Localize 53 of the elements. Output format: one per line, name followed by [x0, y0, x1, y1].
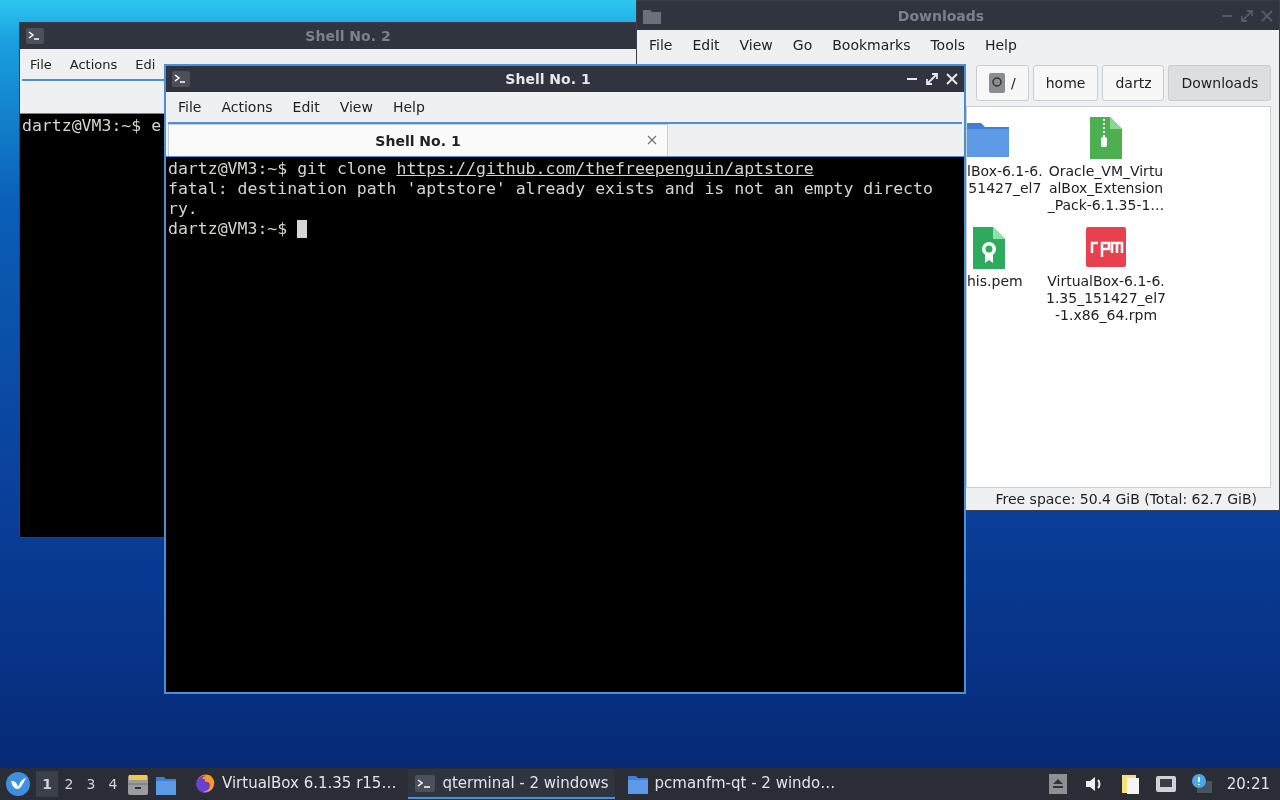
link[interactable]: https://github.com/thefreepenguin/aptstore: [396, 159, 814, 179]
clock[interactable]: 20:21: [1226, 775, 1270, 793]
menu-item[interactable]: Edit: [682, 34, 730, 56]
path-button[interactable]: home: [1032, 65, 1099, 101]
status-text: Free space: 50.4 GiB (Total: 62.7 GiB): [995, 491, 1257, 507]
terminal-icon: [172, 71, 190, 87]
menu-item[interactable]: Actions: [211, 96, 283, 118]
menu-item[interactable]: File: [30, 53, 52, 75]
path-button[interactable]: /: [976, 65, 1029, 101]
terminal-text: dartz@VM3:~$ git clone: [168, 159, 388, 179]
drive-icon: [989, 73, 1005, 93]
workspace-button[interactable]: 2: [58, 771, 80, 797]
menu-item[interactable]: File: [168, 96, 212, 118]
file-name[interactable]: his.pem: [967, 273, 1023, 290]
start-menu-icon[interactable]: [6, 772, 30, 796]
menu-item[interactable]: Actions: [69, 53, 118, 75]
menu-item[interactable]: View: [729, 34, 783, 56]
terminal-text: dartz@VM3:~$: [168, 219, 289, 239]
task-button[interactable]: pcmanfm-qt - 2 windo…: [620, 769, 842, 799]
file-name[interactable]: Oracle_VM_Virtu alBox_Extension _Pack-6.1.35-1…: [1047, 163, 1165, 214]
menu-item[interactable]: Tools: [920, 34, 975, 56]
menu-item[interactable]: Go: [782, 34, 823, 56]
terminal-text: fatal: destination path 'aptstore' already exists and is not an empty directo: [168, 179, 933, 199]
menu-item[interactable]: Edit: [282, 96, 330, 118]
menu-item[interactable]: Help: [382, 96, 435, 118]
rpm-icon[interactable]: [1084, 227, 1128, 269]
task-button[interactable]: qterminal - 2 windows: [408, 769, 615, 799]
workspace-button[interactable]: 4: [102, 771, 124, 797]
menu-item[interactable]: View: [329, 96, 383, 118]
path-button[interactable]: dartz: [1102, 65, 1165, 101]
eject-icon[interactable]: [1046, 773, 1069, 795]
workspace-button[interactable]: 1: [36, 771, 58, 797]
tab[interactable]: Shell No. 1: [168, 124, 668, 156]
path-button[interactable]: Downloads: [1168, 65, 1272, 101]
notification-icon[interactable]: [1190, 773, 1213, 795]
window-title: Shell No. 1: [504, 71, 592, 87]
window-title: Downloads: [896, 7, 986, 24]
window-title: Shell No. 2: [304, 28, 392, 44]
menu-item[interactable]: Edi: [135, 53, 156, 75]
menu-item[interactable]: File: [639, 34, 683, 56]
menu-item[interactable]: Help: [974, 34, 1027, 56]
menu-item[interactable]: Bookmarks: [822, 34, 921, 56]
file-name[interactable]: VirtualBox-6.1-6. 1.35_151427_el7 -1.x86_64.rpm: [1046, 273, 1166, 324]
workspace-button[interactable]: 3: [80, 771, 102, 797]
terminal-text: dartz@VM3:~$ e: [22, 116, 162, 136]
terminal-icon: [26, 28, 44, 44]
browser-icon: [194, 772, 216, 794]
network-icon[interactable]: [1154, 773, 1177, 795]
task-button[interactable]: VirtualBox 6.1.35 r15…: [188, 769, 403, 799]
terminal-icon: [414, 772, 437, 794]
file-name[interactable]: lBox-6.1-6. 51427_el7: [967, 163, 1043, 197]
terminal-text: ry.: [168, 199, 198, 219]
file-cabinet-icon[interactable]: [127, 773, 149, 795]
